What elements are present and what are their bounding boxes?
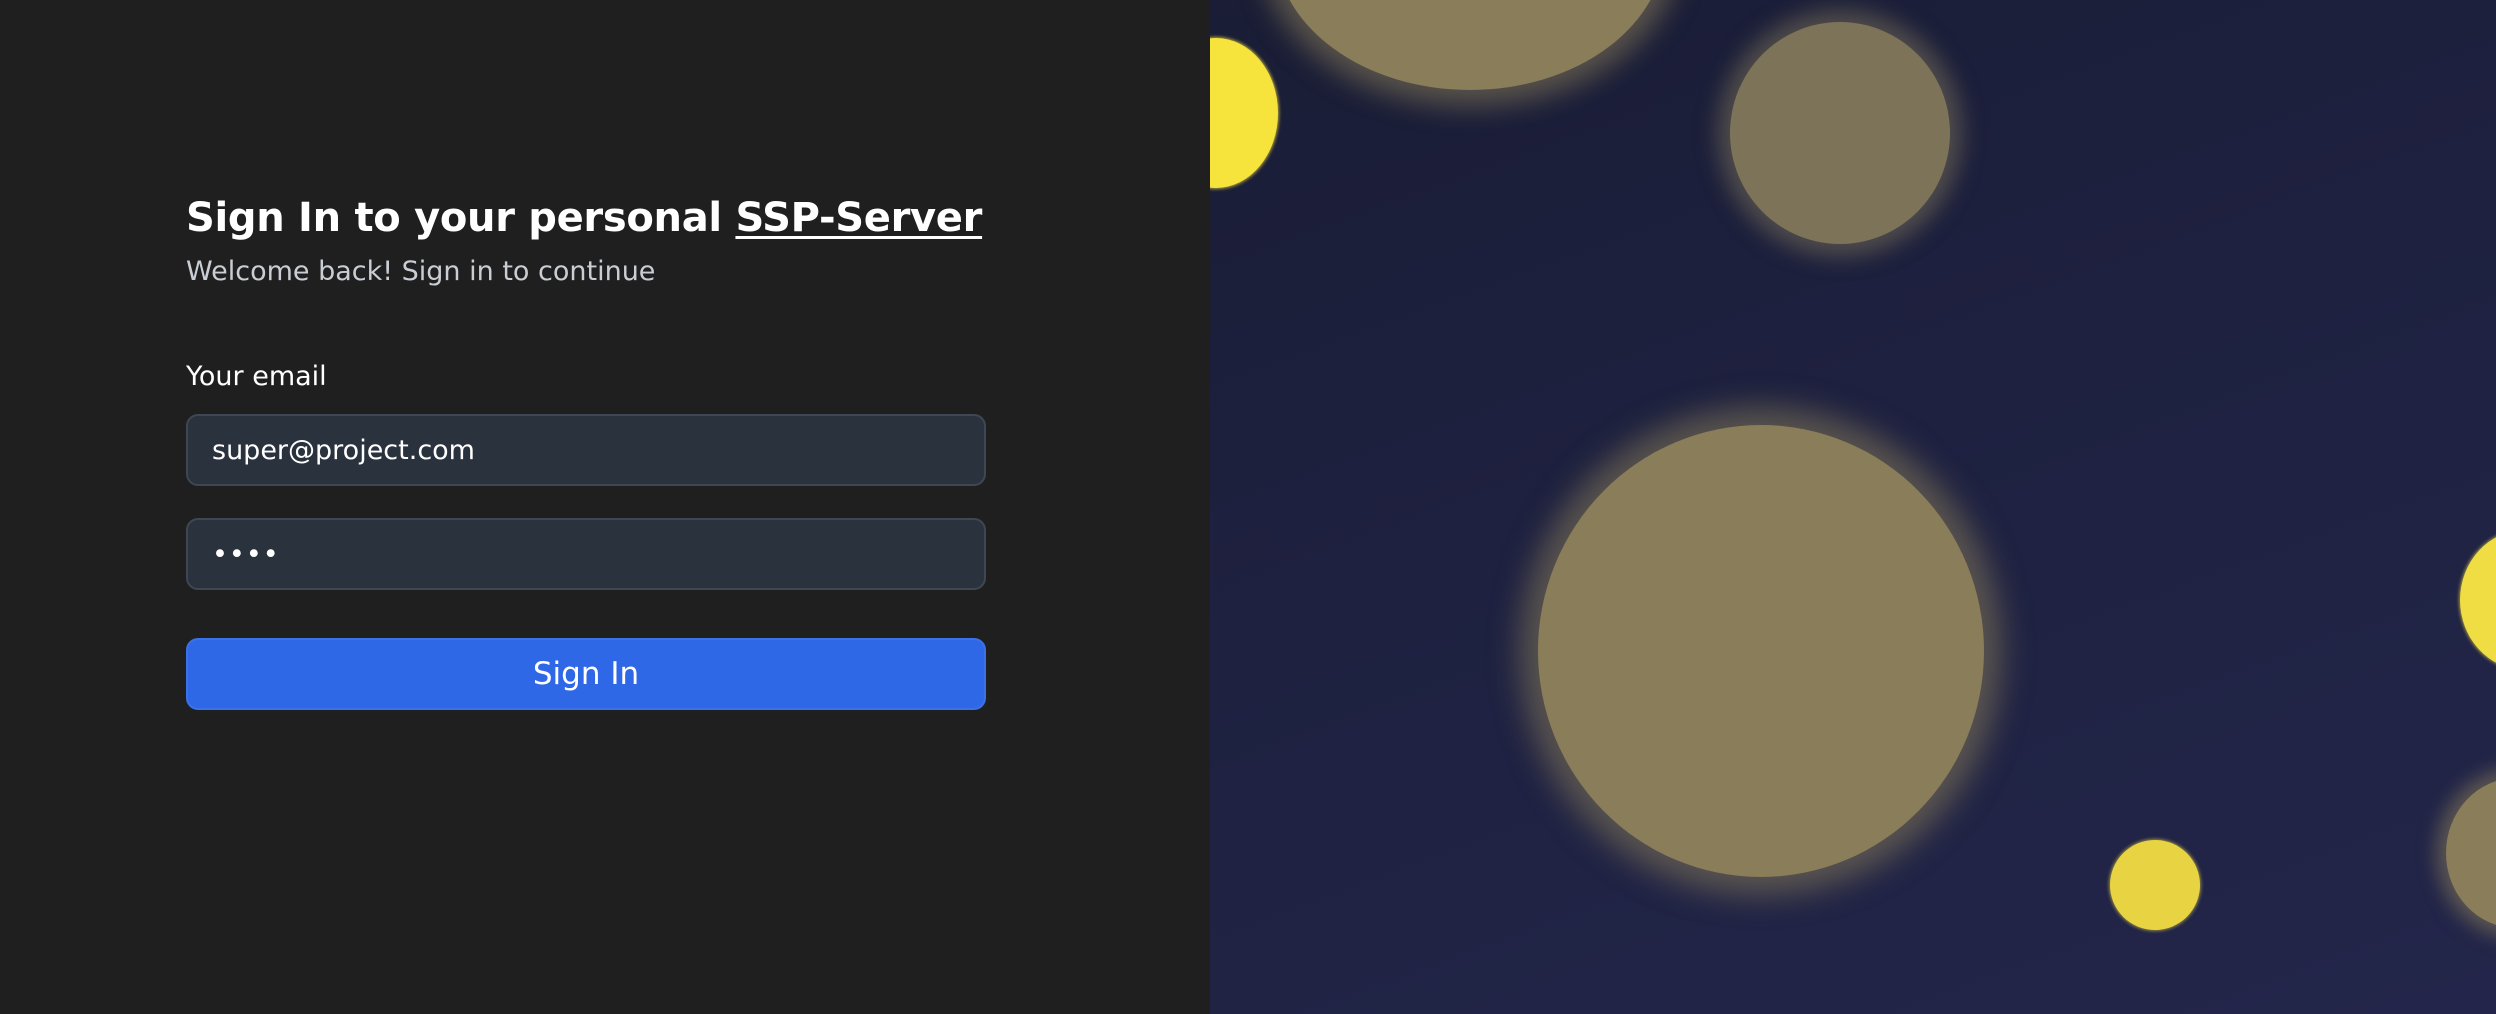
page-subtitle: Welcome back! Sign in to continue [186, 256, 656, 287]
bokeh-circle [2110, 840, 2200, 930]
decorative-background [1210, 0, 2496, 1014]
bokeh-circle [2446, 778, 2496, 928]
sign-in-button[interactable]: Sign In [186, 638, 986, 710]
signin-form: Sign In to your personal SSP-Server Welc… [186, 190, 986, 710]
bokeh-circle [1275, 0, 1665, 90]
login-page: Sign In to your personal SSP-Server Welc… [0, 0, 2496, 1014]
bokeh-circle [1210, 38, 1278, 188]
bokeh-circle [1730, 22, 1950, 244]
ssp-server-link[interactable]: SSP-Server [735, 195, 982, 241]
page-title: Sign In to your personal SSP-Server [186, 190, 986, 246]
page-title-text: Sign In to your personal [186, 195, 736, 241]
password-field[interactable] [186, 518, 986, 590]
bokeh-circle [2460, 530, 2496, 670]
signin-panel: Sign In to your personal SSP-Server Welc… [0, 0, 1210, 1014]
email-label: Your email [186, 361, 327, 392]
email-field[interactable] [186, 414, 986, 486]
bokeh-circle [1538, 425, 1984, 877]
